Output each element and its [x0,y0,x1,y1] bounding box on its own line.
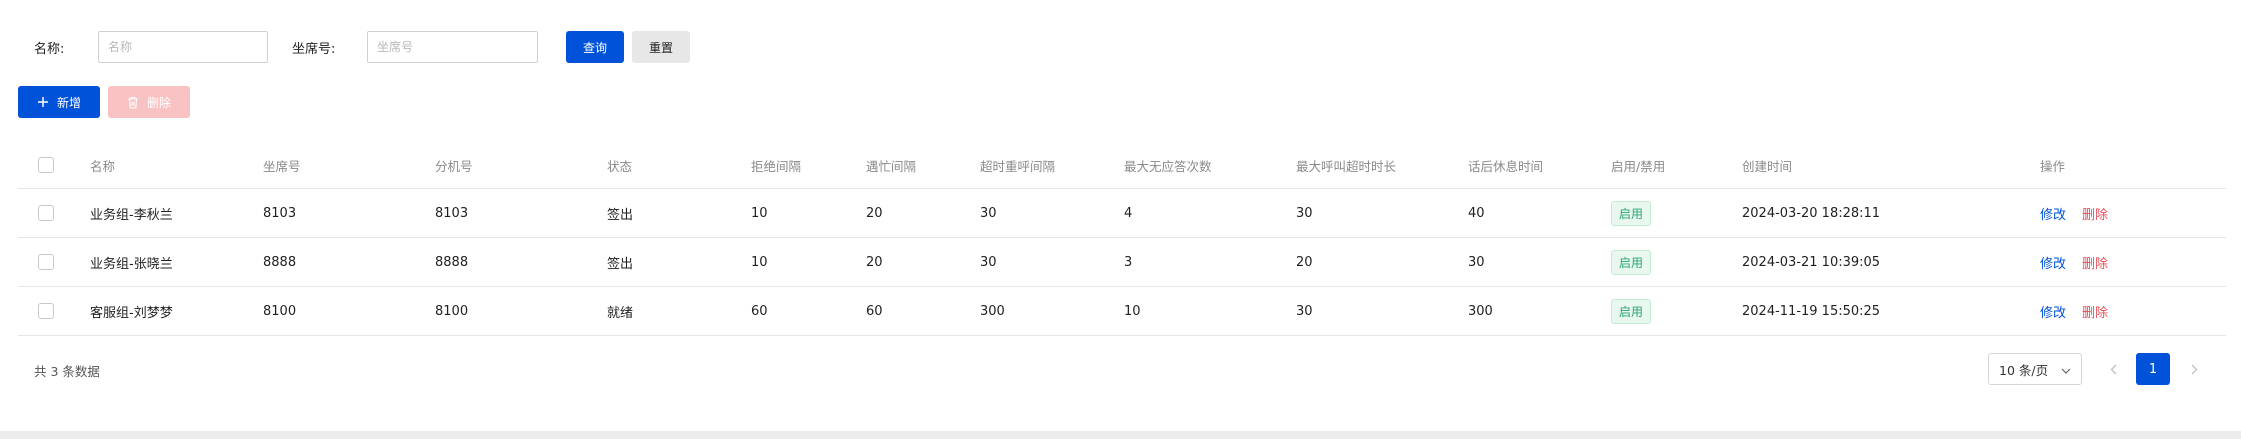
cell-actions: 修改 删除 [2040,287,2108,335]
status-badge: 启用 [1611,200,1652,226]
table-header: 名称 坐席号 分机号 状态 拒绝间隔 遇忙间隔 超时重呼间隔 最大无应答次数 最… [18,142,2226,189]
cell-busy: 20 [866,254,883,270]
seat-input[interactable] [367,31,538,63]
cell-rest: 30 [1468,254,1485,270]
cell-timeout-recall: 30 [980,205,997,221]
add-button[interactable]: 新增 [18,86,100,118]
cell-reject: 10 [751,254,768,270]
row-select-cell [38,189,54,237]
delete-button[interactable]: 删除 [108,86,190,118]
cell-created: 2024-03-21 10:39:05 [1742,254,1881,270]
table-row: 业务组-张晓兰 8888 8888 签出 10 20 30 3 20 30 启用… [18,238,2226,287]
delete-link[interactable]: 删除 [2082,253,2108,272]
cell-name: 客服组-刘梦梦 [90,305,173,321]
cell-max-noanswer: 4 [1124,205,1133,221]
cell-max-noanswer: 10 [1124,303,1141,319]
plus-icon [37,96,49,108]
cell-seat: 8100 [263,303,297,319]
trash-icon [127,96,139,109]
row-checkbox[interactable] [38,205,54,221]
page-1-button[interactable]: 1 [2136,353,2170,385]
cell-seat: 8103 [263,205,297,221]
row-select-cell [38,287,54,335]
status-badge: 启用 [1611,249,1652,275]
bottom-divider [0,431,2241,439]
cell-created: 2024-11-19 15:50:25 [1742,303,1881,319]
cell-name: 业务组-张晓兰 [90,256,173,272]
page-size-value: 10 条/页 [1999,362,2049,378]
reset-button[interactable]: 重置 [632,31,690,63]
column-header: 创建时间 [1742,158,1793,174]
cell-enabled: 启用 [1611,238,1652,286]
cell-reject: 10 [751,205,768,221]
delete-link[interactable]: 删除 [2082,302,2108,321]
edit-link[interactable]: 修改 [2040,204,2066,223]
cell-name: 业务组-李秋兰 [90,207,173,223]
cell-timeout-recall: 30 [980,254,997,270]
cell-rest: 300 [1468,303,1493,319]
cell-status: 签出 [607,256,634,272]
cell-max-call-timeout: 20 [1296,254,1313,270]
cell-reject: 60 [751,303,768,319]
delete-link[interactable]: 删除 [2082,204,2108,223]
page-size-select[interactable]: 10 条/页 [1988,353,2082,385]
column-header: 拒绝间隔 [751,158,802,174]
total-count: 共 3 条数据 [34,364,100,379]
cell-status: 就绪 [607,305,634,321]
cell-status: 签出 [607,207,634,223]
cell-ext: 8103 [435,205,469,221]
name-label: 名称: [34,42,65,57]
column-header: 操作 [2040,158,2066,174]
cell-busy: 60 [866,303,883,319]
delete-button-label: 删除 [146,95,171,110]
cell-max-noanswer: 3 [1124,254,1133,270]
row-select-cell [38,238,54,286]
column-header: 最大无应答次数 [1124,158,1212,174]
select-all-cell [38,142,54,188]
chevron-left-icon[interactable] [2103,358,2123,380]
select-all-checkbox[interactable] [38,157,54,173]
cell-created: 2024-03-20 18:28:11 [1742,205,1881,221]
cell-busy: 20 [866,205,883,221]
table-row: 业务组-李秋兰 8103 8103 签出 10 20 30 4 30 40 启用… [18,189,2226,238]
chevron-down-icon [2061,362,2071,377]
cell-enabled: 启用 [1611,287,1652,335]
column-header: 分机号 [435,158,473,174]
add-button-label: 新增 [56,95,81,110]
cell-seat: 8888 [263,254,297,270]
cell-rest: 40 [1468,205,1485,221]
query-button[interactable]: 查询 [566,31,624,63]
cell-enabled: 启用 [1611,189,1652,237]
column-header: 启用/禁用 [1611,158,1666,174]
cell-max-call-timeout: 30 [1296,303,1313,319]
column-header: 名称 [90,158,116,174]
cell-ext: 8100 [435,303,469,319]
chevron-right-icon[interactable] [2184,358,2204,380]
cell-ext: 8888 [435,254,469,270]
column-header: 坐席号 [263,158,301,174]
column-header: 话后休息时间 [1468,158,1544,174]
cell-actions: 修改 删除 [2040,238,2108,286]
column-header: 超时重呼间隔 [980,158,1056,174]
search-bar: 名称: 坐席号: 查询 重置 [0,0,2241,90]
name-input[interactable] [98,31,268,63]
column-header: 最大呼叫超时时长 [1296,158,1397,174]
row-checkbox[interactable] [38,303,54,319]
column-header: 遇忙间隔 [866,158,917,174]
status-badge: 启用 [1611,298,1652,324]
cell-actions: 修改 删除 [2040,189,2108,237]
edit-link[interactable]: 修改 [2040,302,2066,321]
column-header: 状态 [607,158,633,174]
table-row: 客服组-刘梦梦 8100 8100 就绪 60 60 300 10 30 300… [18,287,2226,336]
seat-label: 坐席号: [292,42,336,57]
edit-link[interactable]: 修改 [2040,253,2066,272]
cell-timeout-recall: 300 [980,303,1005,319]
row-checkbox[interactable] [38,254,54,270]
cell-max-call-timeout: 30 [1296,205,1313,221]
